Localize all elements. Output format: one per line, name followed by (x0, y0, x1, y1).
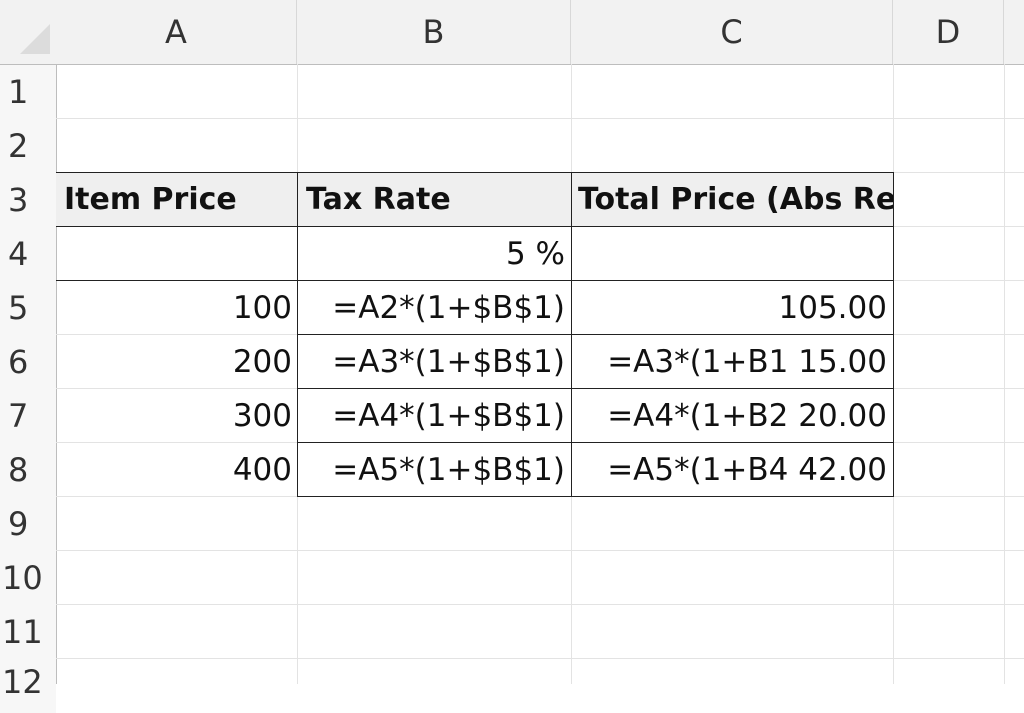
row-header-2[interactable]: 2 (0, 119, 56, 173)
column-header-divider (0, 64, 1024, 65)
gridline (56, 604, 1024, 605)
gridline (56, 118, 1024, 119)
cell-a8-price[interactable]: 400 (56, 442, 298, 497)
gridline (56, 550, 1024, 551)
cell-c3-header-total-price[interactable]: Total Price (Abs Ref (571, 172, 894, 227)
row-header-7[interactable]: 7 (0, 389, 56, 443)
column-header-d[interactable]: D (893, 0, 1004, 64)
row-header-4[interactable]: 4 (0, 227, 56, 281)
cell-a7-price[interactable]: 300 (56, 388, 298, 443)
gridline (56, 658, 1024, 659)
cell-a5-price[interactable]: 100 (56, 280, 298, 335)
select-all-triangle-icon (20, 24, 50, 54)
row-header-3[interactable]: 3 (0, 173, 56, 227)
row-header-1[interactable]: 1 (0, 65, 56, 119)
row-header-11[interactable]: 11 (0, 605, 56, 659)
cell-a3-header-item-price[interactable]: Item Price (56, 172, 298, 227)
gridline (1004, 64, 1005, 684)
cell-b6-formula[interactable]: =A3*(1+$B$1) (297, 334, 572, 389)
cell-c5-total[interactable]: 105.00 (571, 280, 894, 335)
cell-c6-total[interactable]: =A3*(1+B1 15.00 (571, 334, 894, 389)
row-header-8[interactable]: 8 (0, 443, 56, 497)
column-header-c[interactable]: C (571, 0, 893, 64)
cell-b3-header-tax-rate[interactable]: Tax Rate (297, 172, 572, 227)
row-header-12[interactable]: 12 (0, 659, 56, 713)
cell-b8-formula[interactable]: =A5*(1+$B$1) (297, 442, 572, 497)
row-header-6[interactable]: 6 (0, 335, 56, 389)
column-header-a[interactable]: A (56, 0, 297, 64)
cell-c7-total[interactable]: =A4*(1+B2 20.00 (571, 388, 894, 443)
cell-a4[interactable] (56, 226, 298, 281)
cell-a6-price[interactable]: 200 (56, 334, 298, 389)
select-all-corner[interactable] (0, 0, 56, 64)
cell-b4-tax-rate[interactable]: 5 % (297, 226, 572, 281)
cell-c4[interactable] (571, 226, 894, 281)
cell-c8-total[interactable]: =A5*(1+B4 42.00 (571, 442, 894, 497)
row-header-10[interactable]: 10 (0, 551, 56, 605)
cell-b5-formula[interactable]: =A2*(1+$B$1) (297, 280, 572, 335)
row-header-9[interactable]: 9 (0, 497, 56, 551)
row-header-5[interactable]: 5 (0, 281, 56, 335)
column-header-b[interactable]: B (297, 0, 571, 64)
cell-b7-formula[interactable]: =A4*(1+$B$1) (297, 388, 572, 443)
column-header-e[interactable] (1004, 0, 1024, 64)
